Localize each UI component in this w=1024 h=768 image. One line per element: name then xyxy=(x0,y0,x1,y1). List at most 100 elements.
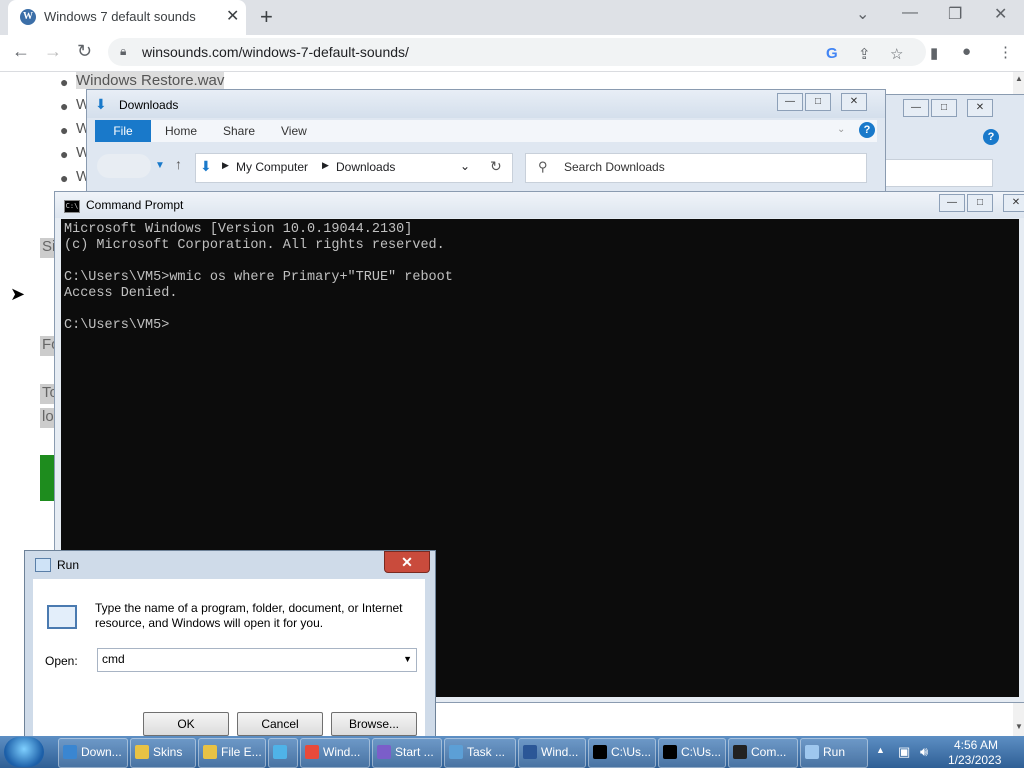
tab-view[interactable]: View xyxy=(281,124,307,138)
clock-time[interactable]: 4:56 AM xyxy=(954,738,998,752)
tab-file[interactable]: File xyxy=(95,120,151,142)
taskbar: Down... Skins File E... Wind... Start ... Tas… xyxy=(0,736,1024,768)
maximize-icon[interactable]: □ xyxy=(967,194,993,212)
taskbar-button-label: Run xyxy=(823,745,846,759)
search-icon: ⚲ xyxy=(538,159,548,174)
minimize-icon[interactable]: — xyxy=(903,99,929,117)
dropdown-arrow-icon[interactable]: ▼ xyxy=(403,654,412,664)
up-icon[interactable]: ↑ xyxy=(175,156,182,172)
console-line: Microsoft Windows [Version 10.0.19044.21… xyxy=(64,222,413,237)
taskbar-button[interactable] xyxy=(268,738,298,768)
browser-tab[interactable]: W Windows 7 default sounds ✕ xyxy=(8,0,246,35)
console-line: C:\Users\VM5>wmic os where Primary+"TRUE… xyxy=(64,270,453,285)
menu-icon[interactable]: ⋮ xyxy=(998,43,1013,61)
cmd-icon: C:\ xyxy=(64,200,80,213)
console-line: Access Denied. xyxy=(64,286,178,301)
search-box[interactable] xyxy=(885,159,993,187)
search-placeholder: Search Downloads xyxy=(564,160,665,174)
profile-icon[interactable]: ● xyxy=(962,43,971,60)
recent-locations-icon[interactable]: ▼ xyxy=(155,160,165,171)
network-icon[interactable]: ▣ xyxy=(898,744,910,760)
folder-icon xyxy=(135,745,149,759)
tab-home[interactable]: Home xyxy=(165,124,197,138)
cmd-titlebar[interactable]: C:\ Command Prompt — □ ✕ xyxy=(55,192,1024,218)
open-combobox[interactable]: cmd ▼ xyxy=(97,648,417,672)
console-line: (c) Microsoft Corporation. All rights re… xyxy=(64,238,445,253)
cancel-button[interactable]: Cancel xyxy=(237,712,323,736)
download-icon: ⬇ xyxy=(200,158,212,174)
start-button[interactable] xyxy=(4,737,44,767)
taskbar-button[interactable]: Run xyxy=(800,738,868,768)
visual-studio-icon xyxy=(377,745,391,759)
taskbar-button[interactable]: C:\Us... xyxy=(658,738,726,768)
show-hidden-icons-icon[interactable]: ▲ xyxy=(876,745,885,755)
refresh-icon[interactable]: ↻ xyxy=(490,158,502,175)
run-titlebar[interactable]: Run xyxy=(25,551,435,577)
taskbar-button-label: Com... xyxy=(751,745,787,759)
volume-icon[interactable]: 🔊︎ xyxy=(920,744,928,760)
scroll-up-icon[interactable]: ▲ xyxy=(1015,74,1023,83)
bullet: ● xyxy=(60,74,69,90)
7zip-icon xyxy=(593,745,607,759)
taskbar-button-label: Task ... xyxy=(467,745,506,759)
clock-date[interactable]: 1/23/2023 xyxy=(948,753,1001,767)
google-lens-icon[interactable]: G xyxy=(826,45,838,62)
run-dialog: Run ✕ Type the name of a program, folder… xyxy=(24,550,436,742)
run-description: Type the name of a program, folder, docu… xyxy=(95,601,403,630)
taskbar-button[interactable]: Wind... xyxy=(300,738,370,768)
tab-close-icon[interactable]: ✕ xyxy=(226,6,239,26)
tab-share[interactable]: Share xyxy=(223,124,255,138)
share-icon[interactable]: ⇪ xyxy=(858,45,871,63)
maximize-icon[interactable]: □ xyxy=(931,99,957,117)
browse-button[interactable]: Browse... xyxy=(331,712,417,736)
download-icon: ⬇ xyxy=(95,96,107,112)
open-value: cmd xyxy=(102,652,125,666)
new-tab-icon[interactable]: + xyxy=(260,4,273,30)
minimize-icon[interactable]: — xyxy=(902,4,918,22)
close-icon[interactable]: ✕ xyxy=(1003,194,1024,212)
close-button[interactable]: ✕ xyxy=(384,551,430,573)
nav-buttons[interactable] xyxy=(97,154,151,178)
taskbar-button-label: Wind... xyxy=(541,745,579,759)
search-box[interactable]: ⚲ Search Downloads xyxy=(525,153,867,183)
close-icon[interactable]: ✕ xyxy=(967,99,993,117)
help-icon[interactable]: ? xyxy=(983,129,999,145)
taskbar-button[interactable]: Down... xyxy=(58,738,128,768)
taskbar-button-label: Start ... xyxy=(395,745,434,759)
chrome-icon xyxy=(305,745,319,759)
restore-icon[interactable]: ❐ xyxy=(948,4,962,24)
address-bar[interactable]: ⬇ ▶ My Computer ▶ Downloads ⌄ ↻ xyxy=(195,153,513,183)
taskbar-button[interactable]: Skins xyxy=(130,738,196,768)
breadcrumb-item[interactable]: Downloads xyxy=(336,160,395,174)
ok-button[interactable]: OK xyxy=(143,712,229,736)
back-icon[interactable]: ← xyxy=(12,41,30,62)
chevron-down-icon[interactable]: ⌄ xyxy=(837,124,845,135)
minimize-icon[interactable]: — xyxy=(777,93,803,111)
taskbar-button[interactable]: File E... xyxy=(198,738,266,768)
side-panel-icon[interactable]: ▮ xyxy=(930,44,938,62)
reload-icon[interactable]: ↻ xyxy=(77,41,92,62)
bookmark-star-icon[interactable]: ☆ xyxy=(890,45,903,63)
window-title: Downloads xyxy=(119,98,179,112)
mouse-cursor-icon: ➤ xyxy=(10,284,26,304)
taskbar-button[interactable]: Task ... xyxy=(444,738,516,768)
taskbar-button[interactable]: C:\Us... xyxy=(588,738,656,768)
taskbar-button[interactable]: Wind... xyxy=(518,738,586,768)
taskbar-button[interactable]: Start ... xyxy=(372,738,442,768)
list-item[interactable]: Windows Restore.wav xyxy=(76,72,225,89)
taskbar-button[interactable]: Com... xyxy=(728,738,798,768)
close-icon[interactable]: ✕ xyxy=(994,4,1007,24)
tab-search-icon[interactable]: ⌄ xyxy=(856,4,869,24)
maximize-icon[interactable]: □ xyxy=(805,93,831,111)
close-icon[interactable]: ✕ xyxy=(841,93,867,111)
address-bar[interactable]: 🔒︎ winsounds.com/windows-7-default-sound… xyxy=(108,38,926,66)
scroll-down-icon[interactable]: ▼ xyxy=(1015,722,1023,731)
explorer-titlebar[interactable]: ⬇ Downloads — □ ✕ xyxy=(87,90,885,118)
minimize-icon[interactable]: — xyxy=(939,194,965,212)
forward-icon[interactable]: → xyxy=(44,41,62,62)
taskbar-button-label: C:\Us... xyxy=(611,745,652,759)
chevron-down-icon[interactable]: ⌄ xyxy=(460,159,470,173)
help-icon[interactable]: ? xyxy=(859,122,875,138)
browser-tabstrip: W Windows 7 default sounds ✕ + ⌄ — ❐ ✕ xyxy=(0,0,1024,35)
breadcrumb-item[interactable]: My Computer xyxy=(236,160,308,174)
